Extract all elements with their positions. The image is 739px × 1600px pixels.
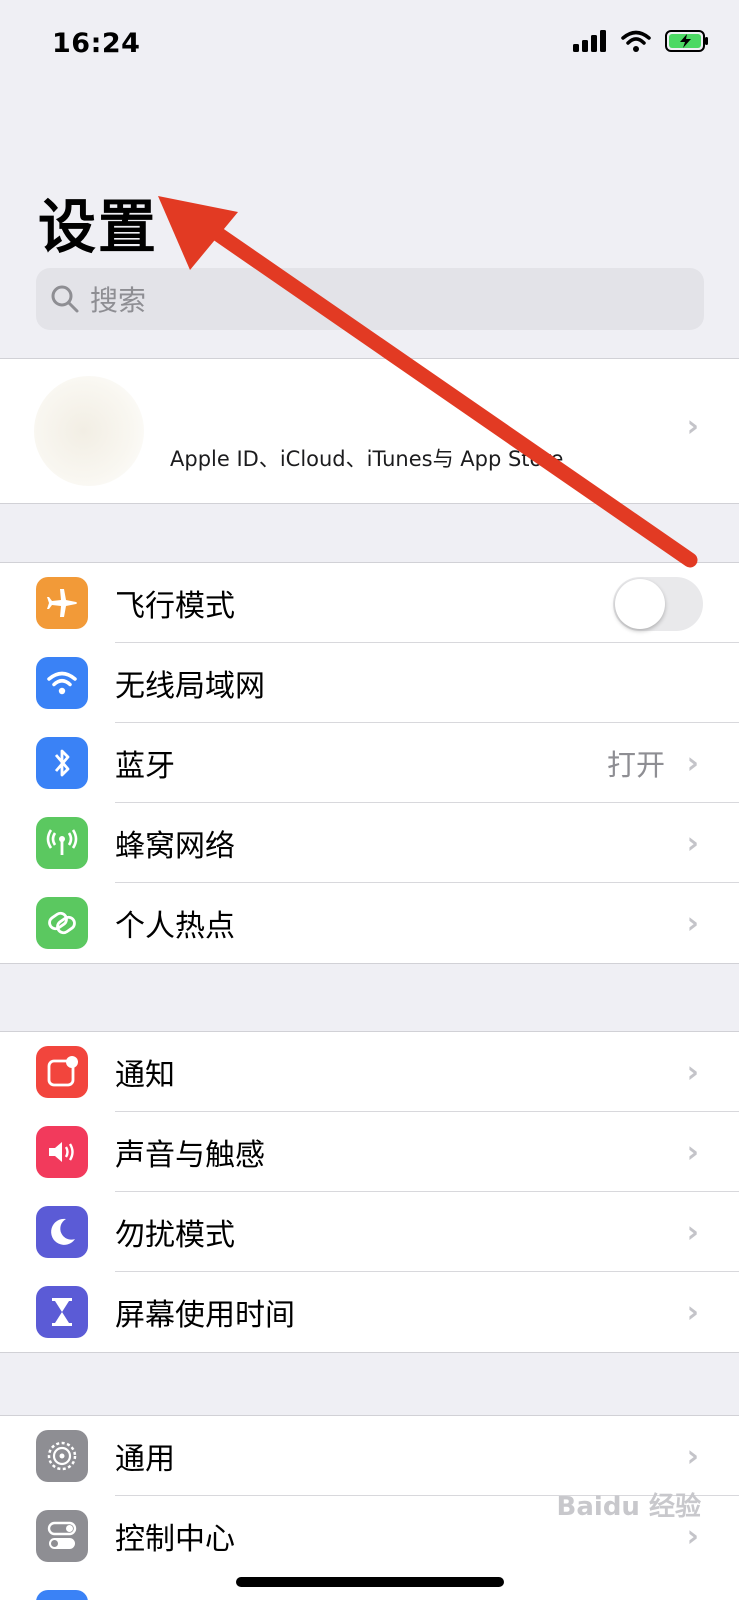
airplane-mode-toggle[interactable] — [613, 577, 703, 631]
bluetooth-icon — [36, 737, 88, 789]
row-label: 蜂窝网络 — [115, 829, 235, 864]
baidu-watermark: Baidu 经验 — [556, 1492, 701, 1522]
row-label: 控制中心 — [115, 1522, 235, 1557]
row-airplane-mode[interactable]: 飞行模式 — [0, 563, 739, 643]
signal-icon — [573, 30, 606, 52]
gear-icon — [36, 1430, 88, 1482]
chevron-right-icon: › — [686, 825, 699, 861]
apple-id-subtitle: Apple ID、iCloud、iTunes与 App Store — [170, 447, 564, 471]
row-label: 屏幕使用时间 — [115, 1298, 295, 1333]
settings-group-connectivity: 飞行模式 无线局域网 蓝牙 打开 › 蜂窝网络 › 个人热点 › — [0, 562, 739, 964]
chevron-right-icon: › — [686, 1438, 699, 1474]
moon-icon — [36, 1206, 88, 1258]
bluetooth-status-value: 打开 — [606, 748, 665, 782]
sound-icon — [36, 1126, 88, 1178]
row-label: 勿扰模式 — [115, 1218, 235, 1253]
row-label: 飞行模式 — [115, 589, 235, 624]
row-label: 无线局域网 — [115, 669, 265, 704]
row-do-not-disturb[interactable]: 勿扰模式 › — [0, 1192, 739, 1272]
chevron-right-icon: › — [686, 1214, 699, 1250]
row-bluetooth[interactable]: 蓝牙 打开 › — [0, 723, 739, 803]
search-bar[interactable]: 搜索 — [36, 268, 704, 330]
control-center-icon — [36, 1510, 88, 1562]
chevron-right-icon: › — [686, 1518, 699, 1554]
notifications-icon — [36, 1046, 88, 1098]
row-sounds[interactable]: 声音与触感 › — [0, 1112, 739, 1192]
row-cellular[interactable]: 蜂窝网络 › — [0, 803, 739, 883]
chevron-right-icon: › — [686, 409, 699, 444]
row-label: 通知 — [115, 1058, 175, 1093]
wifi-status-icon — [621, 30, 651, 52]
status-bar: 16:24 — [0, 0, 739, 90]
chevron-right-icon: › — [686, 1294, 699, 1330]
wifi-icon — [36, 657, 88, 709]
row-label: 蓝牙 — [115, 749, 175, 784]
chevron-right-icon: › — [686, 1054, 699, 1090]
chevron-right-icon: › — [686, 1134, 699, 1170]
display-icon — [36, 1590, 88, 1600]
battery-icon — [665, 30, 708, 52]
cellular-icon — [36, 817, 88, 869]
row-general[interactable]: 通用 › — [0, 1416, 739, 1496]
page-title: 设置 — [38, 193, 159, 261]
toggle-knob — [615, 579, 665, 629]
settings-group-notifications: 通知 › 声音与触感 › 勿扰模式 › 屏幕使用时间 › — [0, 1031, 739, 1353]
row-notifications[interactable]: 通知 › — [0, 1032, 739, 1112]
row-label: 声音与触感 — [115, 1138, 265, 1173]
home-indicator[interactable] — [236, 1577, 504, 1587]
row-wifi[interactable]: 无线局域网 — [0, 643, 739, 723]
row-label: 通用 — [115, 1442, 175, 1477]
row-screen-time[interactable]: 屏幕使用时间 › — [0, 1272, 739, 1352]
search-icon — [51, 285, 79, 313]
search-placeholder: 搜索 — [90, 284, 147, 317]
hotspot-icon — [36, 897, 88, 949]
row-label: 个人热点 — [115, 909, 235, 944]
airplane-icon — [36, 577, 88, 629]
hourglass-icon — [36, 1286, 88, 1338]
status-time: 16:24 — [52, 28, 141, 59]
apple-id-row[interactable]: Apple ID、iCloud、iTunes与 App Store › — [0, 358, 739, 504]
chevron-right-icon: › — [686, 905, 699, 941]
chevron-right-icon: › — [686, 745, 699, 781]
status-icons — [573, 30, 709, 52]
avatar — [34, 376, 144, 486]
row-hotspot[interactable]: 个人热点 › — [0, 883, 739, 963]
